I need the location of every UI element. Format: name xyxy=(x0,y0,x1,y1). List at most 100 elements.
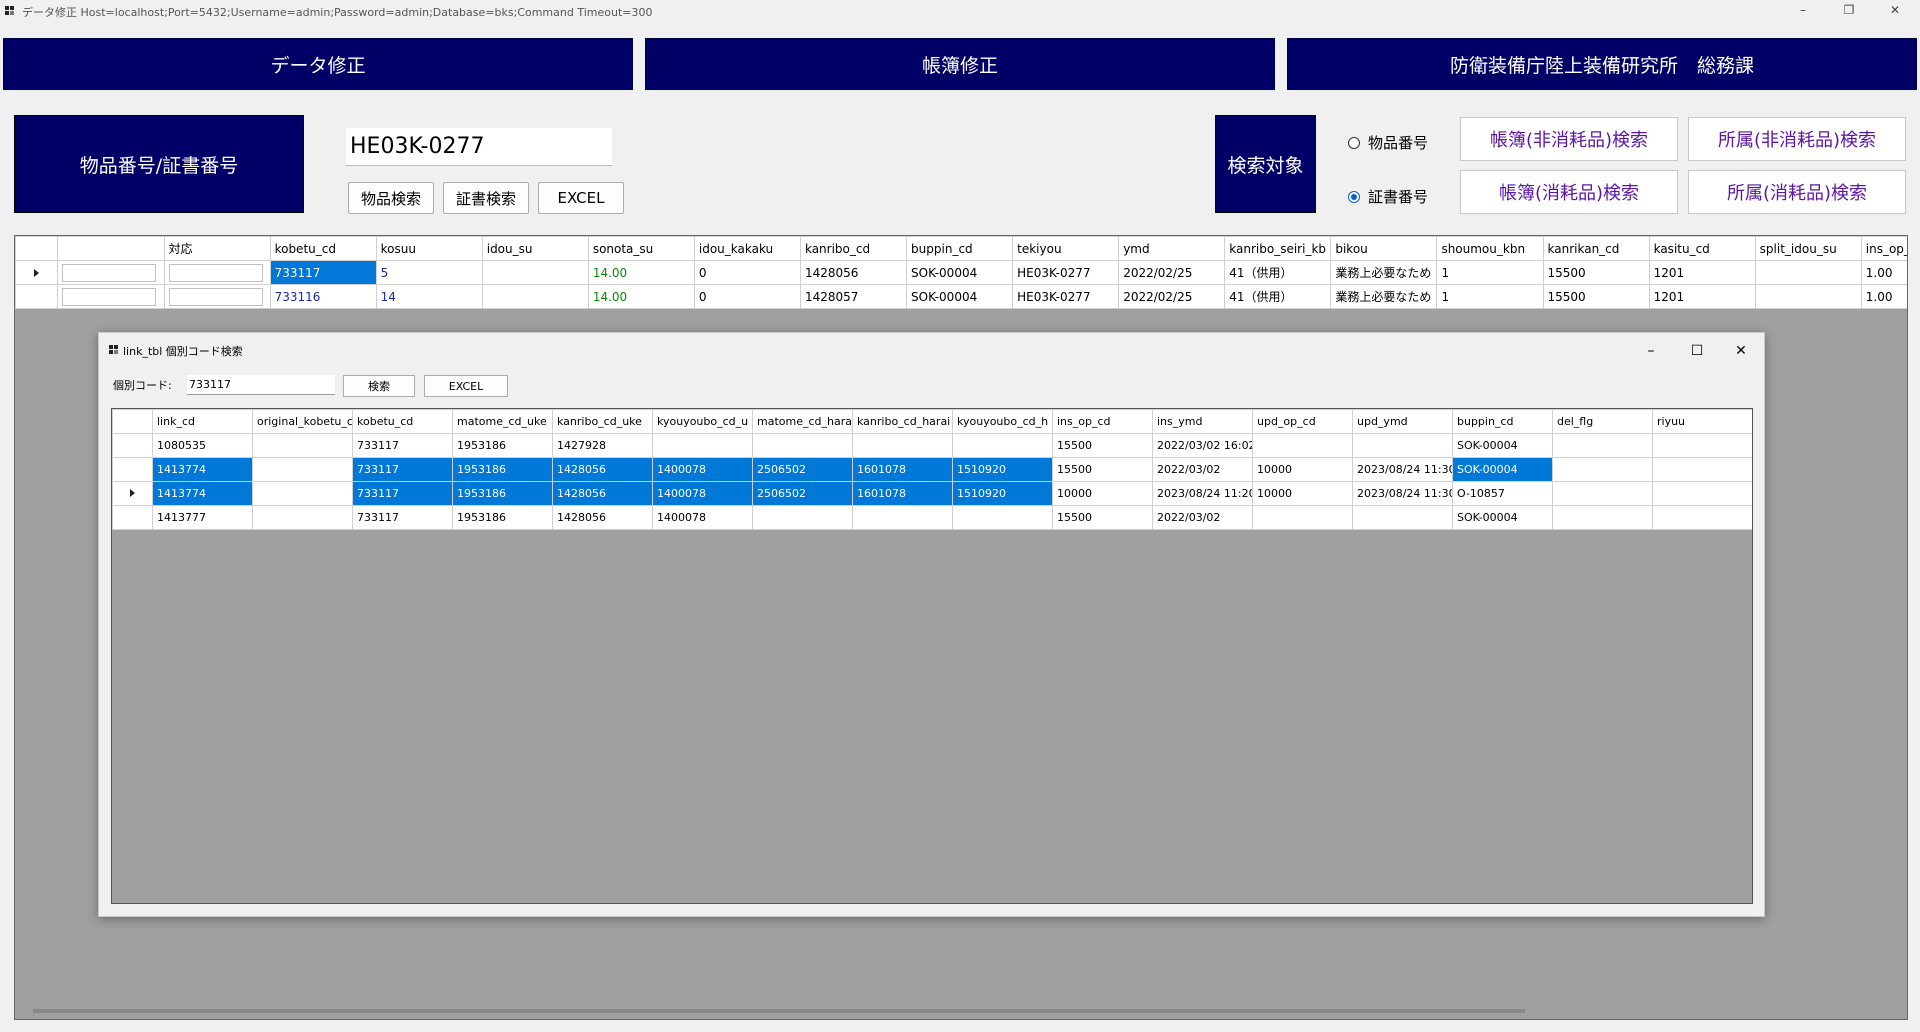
grid-cell[interactable]: 2506502 xyxy=(752,481,853,506)
grid-cell[interactable]: 1428056 xyxy=(552,505,653,530)
grid-cell[interactable] xyxy=(1552,433,1653,458)
column-header[interactable]: tekiyou xyxy=(1012,236,1120,261)
code-input[interactable] xyxy=(187,375,335,395)
grid-cell[interactable]: 1601078 xyxy=(852,457,953,482)
grid-cell[interactable] xyxy=(1552,481,1653,506)
column-header[interactable]: kobetu_cd xyxy=(352,409,453,434)
row-header[interactable] xyxy=(112,457,153,482)
grid-cell[interactable]: 2506502 xyxy=(752,457,853,482)
column-header[interactable]: kanrikan_cd xyxy=(1542,236,1650,261)
column-header[interactable]: ins_ymd xyxy=(1152,409,1253,434)
table-row[interactable]: 1413774 733117 1953186 1428056 1400078 2… xyxy=(112,481,1752,506)
column-header[interactable]: buppin_cd xyxy=(1452,409,1553,434)
grid-cell[interactable]: 2023/08/24 11:20 xyxy=(1152,481,1253,506)
grid-cell[interactable] xyxy=(1552,505,1653,530)
grid-cell[interactable]: 1400078 xyxy=(652,505,753,530)
ledger-nonconsumable-search-button[interactable]: 帳簿(非消耗品)検索 xyxy=(1460,117,1678,161)
grid-cell[interactable] xyxy=(752,505,853,530)
dialog-minimize-button[interactable]: – xyxy=(1629,337,1673,365)
column-header[interactable]: original_kobetu_c xyxy=(252,409,353,434)
grid-cell[interactable]: 15500 xyxy=(1542,284,1650,309)
grid-cell[interactable]: SOK-00004 xyxy=(906,260,1014,285)
grid-cell[interactable]: 1953186 xyxy=(452,481,553,506)
table-row[interactable]: 1413774 733117 1953186 1428056 1400078 2… xyxy=(112,457,1752,482)
search-input[interactable] xyxy=(346,128,612,166)
grid-cell[interactable] xyxy=(952,505,1053,530)
grid-cell[interactable]: SOK-00004 xyxy=(1452,433,1553,458)
grid-cell[interactable] xyxy=(1652,433,1752,458)
grid-cell[interactable] xyxy=(481,284,589,309)
radio-cert-number[interactable]: 証書番号 xyxy=(1348,186,1428,207)
row-checkbox-cell[interactable] xyxy=(62,287,157,306)
row-header[interactable] xyxy=(112,481,153,506)
column-header[interactable]: upd_op_cd xyxy=(1252,409,1353,434)
column-header[interactable]: kyouyoubo_cd_h xyxy=(952,409,1053,434)
grid-cell[interactable]: 1428056 xyxy=(799,260,908,285)
grid-cell[interactable]: 1427928 xyxy=(552,433,653,458)
minimize-button[interactable]: – xyxy=(1780,0,1826,22)
grid-cell[interactable]: 733117 xyxy=(352,457,453,482)
grid-cell[interactable]: 2023/08/24 11:30 xyxy=(1352,457,1453,482)
data-fix-button[interactable]: データ修正 xyxy=(3,38,633,90)
grid-cell[interactable] xyxy=(57,284,165,309)
grid-cell[interactable]: 1413774 xyxy=(152,457,253,482)
column-header[interactable]: link_cd xyxy=(152,409,253,434)
row-header[interactable] xyxy=(15,260,59,285)
grid-cell[interactable]: 0 xyxy=(693,260,801,285)
grid-cell[interactable]: 2022/03/02 16:02 xyxy=(1152,433,1253,458)
ledger-fix-button[interactable]: 帳簿修正 xyxy=(645,38,1275,90)
grid-cell[interactable]: 1413774 xyxy=(152,481,253,506)
grid-cell[interactable]: 1601078 xyxy=(852,481,953,506)
column-header[interactable]: upd_ymd xyxy=(1352,409,1453,434)
grid-cell[interactable] xyxy=(652,433,753,458)
row-header[interactable] xyxy=(112,433,153,458)
column-header[interactable]: kyouyoubo_cd_u xyxy=(652,409,753,434)
column-header[interactable]: buppin_cd xyxy=(906,236,1014,261)
grid-cell[interactable]: 41（供用） xyxy=(1224,284,1332,309)
maximize-button[interactable]: ❐ xyxy=(1826,0,1872,22)
grid-cell[interactable] xyxy=(1252,505,1353,530)
column-header[interactable]: kanribo_cd_harai xyxy=(852,409,953,434)
grid-cell[interactable]: 2022/03/02 xyxy=(1152,505,1253,530)
excel-button[interactable]: EXCEL xyxy=(538,182,624,214)
grid-cell[interactable]: 1953186 xyxy=(452,505,553,530)
grid-cell[interactable]: 14 xyxy=(375,284,483,309)
column-header[interactable]: idou_kakaku xyxy=(693,236,801,261)
grid-cell[interactable]: 15500 xyxy=(1052,457,1153,482)
grid-cell[interactable] xyxy=(252,457,353,482)
column-header[interactable]: sonota_su xyxy=(587,236,695,261)
column-header[interactable]: ymd xyxy=(1118,236,1226,261)
grid-cell[interactable]: 14.00 xyxy=(587,284,695,309)
dialog-excel-button[interactable]: EXCEL xyxy=(424,375,508,397)
grid-cell[interactable] xyxy=(1252,433,1353,458)
column-header[interactable]: matome_cd_harai xyxy=(752,409,853,434)
grid-cell[interactable]: 15500 xyxy=(1052,505,1153,530)
grid-cell[interactable] xyxy=(1754,260,1862,285)
grid-cell[interactable]: 5 xyxy=(375,260,483,285)
grid-cell[interactable] xyxy=(952,433,1053,458)
grid-cell[interactable]: 業務上必要なため xyxy=(1330,260,1438,285)
grid-cell[interactable]: 1400078 xyxy=(652,457,753,482)
grid-cell[interactable]: 15500 xyxy=(1542,260,1650,285)
grid-cell[interactable] xyxy=(1352,505,1453,530)
dept-nonconsumable-search-button[interactable]: 所属(非消耗品)検索 xyxy=(1688,117,1906,161)
grid-cell[interactable] xyxy=(1552,457,1653,482)
grid-cell[interactable]: 1510920 xyxy=(952,481,1053,506)
column-header[interactable]: 対応 xyxy=(163,236,271,261)
response-cell[interactable] xyxy=(168,287,263,306)
column-header[interactable]: split_idou_su xyxy=(1754,236,1862,261)
dialog-close-button[interactable]: ✕ xyxy=(1719,337,1763,365)
grid-cell[interactable]: 1400078 xyxy=(652,481,753,506)
grid-cell[interactable] xyxy=(752,433,853,458)
grid-cell[interactable]: 1428057 xyxy=(799,284,908,309)
grid-cell[interactable] xyxy=(1352,433,1453,458)
grid-cell[interactable] xyxy=(252,505,353,530)
radio-item-number[interactable]: 物品番号 xyxy=(1348,132,1428,153)
column-header[interactable]: shoumou_kbn xyxy=(1436,236,1544,261)
dept-consumable-search-button[interactable]: 所属(消耗品)検索 xyxy=(1688,170,1906,214)
grid-cell[interactable]: 1953186 xyxy=(452,433,553,458)
grid-cell[interactable]: 1 xyxy=(1436,260,1544,285)
grid-cell[interactable]: 2022/02/25 xyxy=(1118,284,1226,309)
grid-cell[interactable] xyxy=(1652,505,1752,530)
item-search-button[interactable]: 物品検索 xyxy=(348,182,434,214)
